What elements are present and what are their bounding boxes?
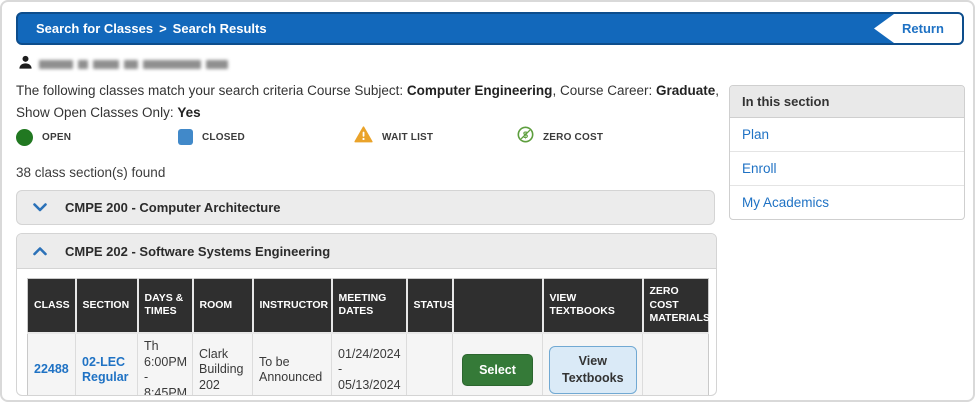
status-legend: OPEN CLOSED WAIT LIST $ ZERO COST bbox=[16, 126, 721, 148]
col-header-class: CLASS bbox=[28, 279, 76, 333]
meeting-dates-cell: 01/24/2024 - 05/13/2024 bbox=[332, 333, 407, 396]
legend-open: OPEN bbox=[16, 129, 178, 146]
class-number-link[interactable]: 22488 bbox=[34, 362, 69, 376]
section-cmpe202-body: CLASS SECTION DAYS & TIMES ROOM INSTRUCT… bbox=[17, 269, 716, 396]
return-button-label: Return bbox=[902, 14, 944, 43]
breadcrumb-bar: Search for Classes>Search Results Return bbox=[16, 12, 964, 45]
section-cmpe202: CMPE 202 - Software Systems Engineering … bbox=[16, 233, 717, 396]
open-circle-icon bbox=[16, 129, 33, 146]
criteria-career: Graduate bbox=[656, 83, 715, 98]
col-header-days-times: DAYS & TIMES bbox=[138, 279, 193, 333]
legend-closed: CLOSED bbox=[178, 129, 354, 145]
criteria-intro: The following classes match your search … bbox=[16, 83, 407, 98]
user-name-redacted bbox=[39, 60, 228, 69]
user-row bbox=[18, 54, 228, 75]
page-frame: Search for Classes>Search Results Return… bbox=[0, 0, 975, 402]
room-cell: Clark Building 202 bbox=[193, 333, 253, 396]
section-cmpe200-title: CMPE 200 - Computer Architecture bbox=[65, 200, 281, 215]
breadcrumb-search-for-classes[interactable]: Search for Classes bbox=[36, 21, 153, 36]
sidebar-item-plan[interactable]: Plan bbox=[730, 118, 964, 152]
col-header-zero-cost-materials: ZERO COST MATERIALS bbox=[643, 279, 709, 333]
chevron-up-icon bbox=[33, 247, 47, 256]
col-header-meeting-dates: MEETING DATES bbox=[332, 279, 407, 333]
sidebar-item-my-academics[interactable]: My Academics bbox=[730, 186, 964, 219]
chevron-down-icon bbox=[33, 203, 47, 212]
section-cmpe202-header[interactable]: CMPE 202 - Software Systems Engineering bbox=[17, 234, 716, 269]
zero-cost-icon: $ bbox=[517, 126, 534, 148]
closed-square-icon bbox=[178, 129, 193, 145]
select-button[interactable]: Select bbox=[462, 354, 533, 386]
breadcrumb-search-results: Search Results bbox=[173, 21, 267, 36]
table-row: 22488 02-LEC Regular Th 6:00PM - 8:45PM … bbox=[28, 333, 709, 396]
legend-open-label: OPEN bbox=[42, 132, 71, 143]
col-header-action bbox=[453, 279, 543, 333]
section-cmpe202-title: CMPE 202 - Software Systems Engineering bbox=[65, 244, 330, 259]
instructor-cell: To be Announced bbox=[253, 333, 332, 396]
sidebar-item-enroll[interactable]: Enroll bbox=[730, 152, 964, 186]
section-cmpe200-header[interactable]: CMPE 200 - Computer Architecture bbox=[16, 190, 715, 225]
table-header-row: CLASS SECTION DAYS & TIMES ROOM INSTRUCT… bbox=[28, 279, 709, 333]
col-header-room: ROOM bbox=[193, 279, 253, 333]
breadcrumb: Search for Classes>Search Results bbox=[36, 14, 267, 43]
criteria-mid1: , Course Career: bbox=[552, 83, 656, 98]
results-count: 38 class section(s) found bbox=[16, 165, 165, 180]
sidebar-title: In this section bbox=[730, 86, 964, 118]
breadcrumb-separator: > bbox=[153, 21, 173, 36]
legend-closed-label: CLOSED bbox=[202, 132, 245, 143]
criteria-subject: Computer Engineering bbox=[407, 83, 553, 98]
legend-zero-cost: $ ZERO COST bbox=[517, 126, 603, 148]
view-textbooks-button[interactable]: View Textbooks bbox=[549, 346, 637, 394]
col-header-view-textbooks: VIEW TEXTBOOKS bbox=[543, 279, 643, 333]
zero-cost-materials-cell bbox=[643, 333, 709, 396]
search-criteria-text: The following classes match your search … bbox=[16, 80, 721, 123]
class-results-table: CLASS SECTION DAYS & TIMES ROOM INSTRUCT… bbox=[27, 278, 709, 396]
return-button[interactable]: Return bbox=[874, 14, 962, 43]
legend-waitlist: WAIT LIST bbox=[354, 126, 517, 148]
waitlist-triangle-icon bbox=[354, 126, 373, 148]
col-header-instructor: INSTRUCTOR bbox=[253, 279, 332, 333]
col-header-section: SECTION bbox=[76, 279, 138, 333]
person-icon bbox=[18, 54, 33, 75]
section-link[interactable]: 02-LEC Regular bbox=[82, 355, 129, 385]
criteria-open-only: Yes bbox=[177, 105, 200, 120]
in-this-section-panel: In this section Plan Enroll My Academics bbox=[729, 85, 965, 220]
days-times-cell: Th 6:00PM - 8:45PM bbox=[138, 333, 193, 396]
legend-waitlist-label: WAIT LIST bbox=[382, 132, 433, 143]
col-header-status: STATUS bbox=[407, 279, 453, 333]
legend-zero-cost-label: ZERO COST bbox=[543, 132, 603, 143]
